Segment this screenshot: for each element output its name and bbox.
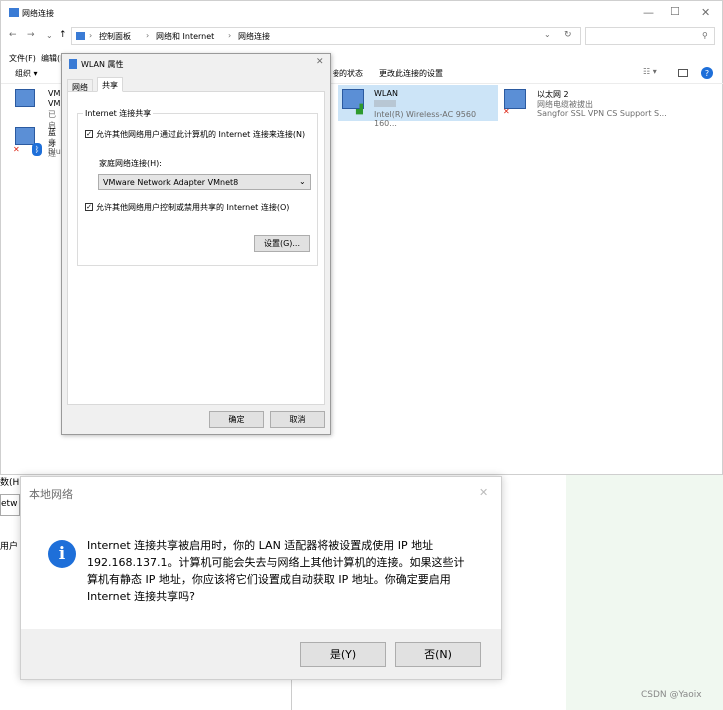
group-title: Internet 连接共享 (83, 108, 154, 119)
sharing-tab-pane: Internet 连接共享 ✓ 允许其他网络用户通过此计算机的 Internet… (67, 91, 325, 405)
confirm-dialog: 本地网络 ✕ i Internet 连接共享被启用时，你的 LAN 适配器将被设… (20, 476, 502, 680)
adapter-device: Intel(R) Wireless-AC 9560 160... (374, 110, 477, 128)
connection-status-button[interactable]: 此连接的状态 (333, 68, 363, 79)
wlan-properties-dialog: WLAN 属性 ✕ 网络 共享 Internet 连接共享 ✓ 允许其他网络用户… (61, 53, 331, 435)
adapter-wlan[interactable]: ▟ WLAN Intel(R) Wireless-AC 9560 160... (338, 85, 498, 128)
chevron-down-icon[interactable]: ⌄ (46, 31, 53, 40)
wifi-signal-icon: ▟ (356, 105, 363, 115)
network-adapter-icon (15, 89, 35, 107)
help-icon[interactable]: ? (701, 67, 713, 79)
background-divider (291, 675, 302, 710)
close-button[interactable]: ✕ (316, 57, 324, 67)
change-settings-button[interactable]: 更改此连接的设置 (379, 68, 443, 79)
adapter-vm[interactable]: VM VM 已启 (13, 87, 63, 130)
adapter-device: Sangfor SSL VPN CS Support S... (537, 109, 667, 118)
dialog-message: Internet 连接共享被启用时，你的 LAN 适配器将被设置成使用 IP 地… (87, 539, 465, 603)
preview-pane-icon[interactable] (678, 69, 688, 77)
info-icon: i (48, 540, 76, 568)
organize-button[interactable]: 组织 ▾ (15, 68, 38, 79)
back-icon[interactable]: ← (9, 30, 17, 40)
background-field: etw (0, 494, 20, 516)
bluetooth-icon: ᛒ (32, 143, 42, 156)
close-button[interactable]: ✕ (701, 6, 710, 19)
adapter-status: VM (48, 99, 61, 108)
dialog-footer: 是(Y) 否(N) (21, 629, 501, 679)
search-icon: ⚲ (702, 31, 708, 40)
search-input[interactable]: ⚲ (585, 27, 715, 45)
minimize-button[interactable]: — (643, 6, 654, 19)
settings-button[interactable]: 设置(G)... (254, 235, 310, 252)
maximize-button[interactable]: ☐ (670, 5, 680, 18)
up-icon[interactable]: ↑ (59, 30, 67, 40)
adapter-name: VM (48, 89, 61, 98)
menu-file[interactable]: 文件(F) (9, 53, 36, 64)
adapter-name: WLAN (374, 89, 399, 98)
ok-button[interactable]: 确定 (209, 411, 264, 428)
network-icon (69, 59, 77, 69)
explorer-titlebar: 网络连接 — ☐ ✕ (1, 1, 723, 27)
chevron-down-icon: ⌄ (299, 177, 306, 186)
network-adapter-icon (504, 89, 526, 109)
breadcrumb-item[interactable]: 网络和 Internet (156, 31, 214, 42)
background-text: 用户 (0, 542, 19, 552)
disconnected-icon: ✕ (503, 107, 510, 116)
adapter-ethernet-2[interactable]: ✕ 以太网 2 网络电缆被拔出 Sangfor SSL VPN CS Suppo… (501, 87, 671, 121)
adapter-ssid-redacted (374, 100, 396, 107)
breadcrumb[interactable]: › 控制面板 › 网络和 Internet › 网络连接 ⌄ ↻ (71, 27, 581, 45)
disconnected-icon: ✕ (13, 145, 20, 154)
dialog-title: 本地网络 (29, 488, 73, 501)
breadcrumb-item[interactable]: 控制面板 (99, 31, 131, 42)
allow-control-checkbox[interactable]: ✓ (85, 203, 93, 211)
yes-button[interactable]: 是(Y) (300, 642, 386, 667)
allow-control-label: 允许其他网络用户控制或禁用共享的 Internet 连接(O) (96, 203, 290, 212)
background-text: etw (1, 499, 18, 509)
chevron-down-icon[interactable]: ⌄ (544, 30, 551, 39)
refresh-icon[interactable]: ↻ (564, 30, 572, 40)
cancel-button[interactable]: 取消 (270, 411, 325, 428)
breadcrumb-item[interactable]: 网络连接 (238, 31, 270, 42)
allow-share-checkbox[interactable]: ✓ (85, 130, 93, 138)
background-panel (566, 475, 723, 710)
home-network-select[interactable]: VMware Network Adapter VMnet8 ⌄ (98, 174, 311, 190)
forward-icon[interactable]: → (27, 30, 35, 40)
adapter-bluetooth[interactable]: ✕ ᛒ 蓝牙 未连 Blue (13, 125, 66, 161)
explorer-title: 网络连接 (22, 9, 54, 18)
dialog-title: WLAN 属性 (81, 60, 124, 69)
network-adapter-icon (15, 127, 35, 145)
allow-share-label: 允许其他网络用户通过此计算机的 Internet 连接来连接(N) (96, 130, 306, 139)
view-options-icon[interactable]: ☷ ▾ (643, 67, 657, 76)
home-network-label: 家庭网络连接(H): (99, 159, 162, 168)
no-button[interactable]: 否(N) (395, 642, 481, 667)
home-network-value: VMware Network Adapter VMnet8 (103, 178, 239, 187)
tab-sharing[interactable]: 共享 (97, 77, 123, 92)
control-panel-icon (76, 32, 85, 40)
close-button[interactable]: ✕ (479, 486, 488, 499)
watermark: CSDN @Yaoix (641, 690, 702, 700)
network-icon (9, 8, 19, 17)
